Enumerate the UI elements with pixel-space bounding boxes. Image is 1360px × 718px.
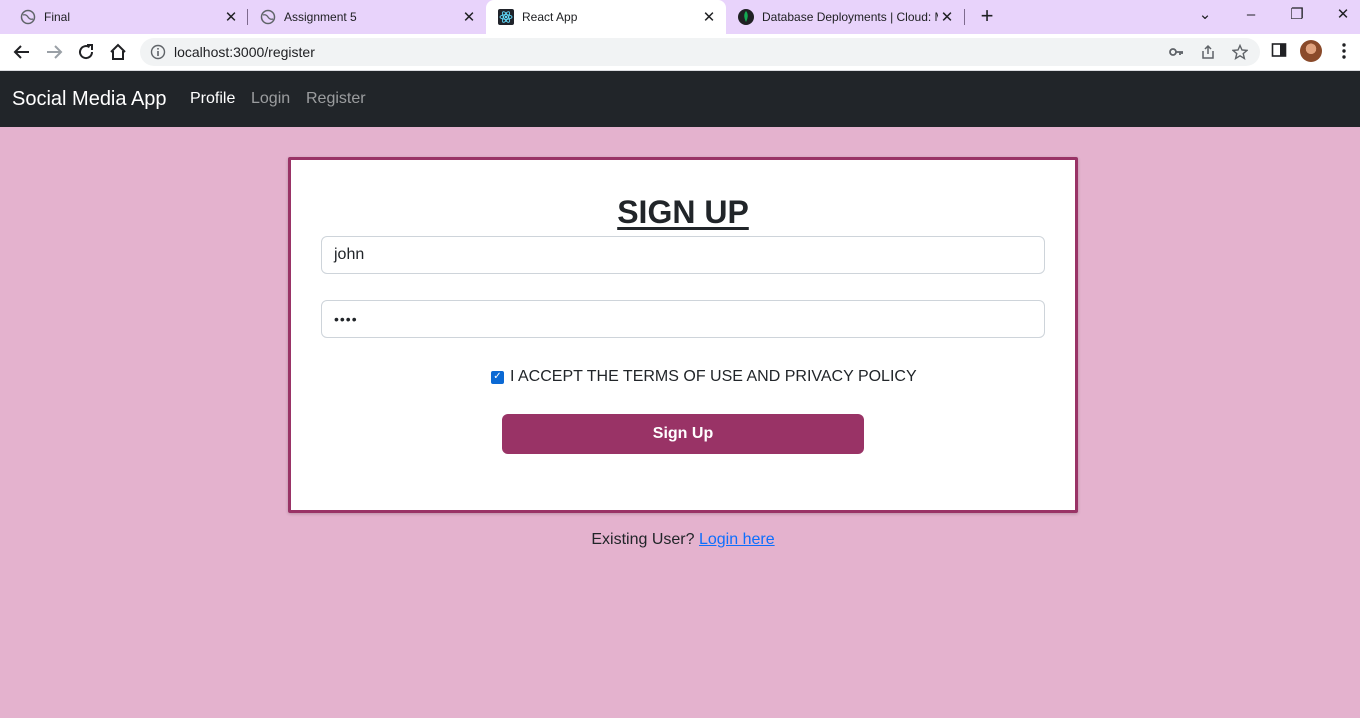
signup-card: SIGN UP john •••• ✓ I ACCEPT THE TERMS O… [288,157,1078,513]
share-icon[interactable] [1200,44,1216,65]
new-tab-plus-icon[interactable]: + [976,5,998,27]
side-panel-icon[interactable] [1271,42,1287,63]
username-field[interactable]: john [321,236,1045,274]
browser-tab-strip: Final ✕ Assignment 5 ✕ React App ✕ Datab… [0,0,1360,34]
tab-react-app[interactable]: React App ✕ [486,0,726,34]
login-here-link[interactable]: Login here [699,531,775,548]
forward-icon[interactable] [43,41,65,63]
mongodb-leaf-icon [738,9,754,25]
site-info-icon[interactable] [150,44,166,65]
globe-icon [20,9,36,25]
nav-link-login[interactable]: Login [251,90,290,108]
bookmark-star-icon[interactable] [1231,43,1249,65]
nav-link-register[interactable]: Register [306,90,366,108]
close-icon[interactable]: ✕ [700,8,718,26]
password-field[interactable]: •••• [321,300,1045,338]
tab-search-chevron-icon[interactable]: ⌄ [1194,4,1216,26]
page-title: SIGN UP [617,194,749,230]
close-icon[interactable]: ✕ [222,8,240,26]
terms-checkbox[interactable]: ✓ [491,370,504,384]
close-icon[interactable]: ✕ [938,8,956,26]
existing-user-row: Existing User? Login here [0,531,1360,549]
home-icon[interactable] [107,41,129,63]
browser-toolbar: localhost:3000/register [0,34,1360,71]
minimize-icon[interactable]: – [1240,4,1262,26]
restore-icon[interactable]: ❐ [1286,4,1308,26]
navbar-brand[interactable]: Social Media App [12,88,167,111]
tab-title: Final [44,10,71,24]
tab-assignment-5[interactable]: Assignment 5 ✕ [248,0,486,34]
close-icon[interactable]: ✕ [460,8,478,26]
tab-database-deployments[interactable]: Database Deployments | Cloud: M ✕ [726,0,964,34]
tab-title: Assignment 5 [284,10,357,24]
react-icon [498,9,514,25]
signup-button[interactable]: Sign Up [502,414,864,454]
back-icon[interactable] [11,41,33,63]
terms-label: I ACCEPT THE TERMS OF USE AND PRIVACY PO… [510,368,917,385]
app-navbar: Social Media App Profile Login Register [0,71,1360,127]
tab-title: Database Deployments | Cloud: M [762,10,938,24]
reload-icon[interactable] [75,41,97,63]
key-icon[interactable] [1168,44,1184,65]
existing-user-text: Existing User? [591,531,695,548]
address-bar[interactable]: localhost:3000/register [140,38,1260,66]
tab-final[interactable]: Final ✕ [8,0,248,34]
url-text: localhost:3000/register [174,44,315,60]
more-menu-icon[interactable] [1338,42,1350,65]
tab-title: React App [522,10,578,24]
window-close-icon[interactable]: ✕ [1332,4,1354,26]
globe-icon [260,9,276,25]
tab-divider [964,9,965,25]
terms-row: ✓ I ACCEPT THE TERMS OF USE AND PRIVACY … [491,368,917,386]
profile-avatar[interactable] [1300,40,1322,62]
nav-link-profile[interactable]: Profile [190,90,235,108]
